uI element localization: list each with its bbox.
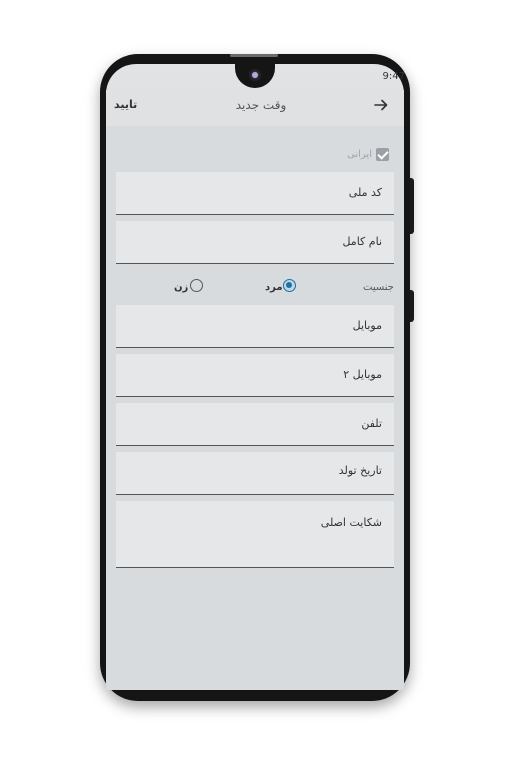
- iranian-checkbox[interactable]: [376, 148, 389, 161]
- national-code-field[interactable]: کد ملی: [116, 172, 394, 215]
- full-name-field[interactable]: نام کامل: [116, 221, 394, 264]
- gender-male-radio[interactable]: [283, 279, 296, 292]
- main-complaint-field[interactable]: شکایت اصلی: [116, 501, 394, 568]
- full-name-label: نام کامل: [342, 235, 382, 248]
- national-code-label: کد ملی: [348, 186, 382, 199]
- gender-female-label: زن: [174, 282, 189, 293]
- iranian-checkbox-row[interactable]: ایرانی: [347, 148, 389, 161]
- phone-field[interactable]: تلفن: [116, 403, 394, 446]
- gender-radio-group: جنسیت مرد زن: [116, 276, 394, 300]
- status-bar-time: 9:47: [382, 71, 405, 82]
- mobile-label: موبایل: [352, 319, 382, 332]
- earpiece-speaker: [230, 54, 278, 57]
- side-button-volume: [410, 178, 414, 234]
- gender-label: جنسیت: [363, 282, 394, 293]
- phone-label: تلفن: [361, 417, 382, 430]
- gender-female-radio[interactable]: [190, 279, 203, 292]
- front-camera-icon: [249, 69, 261, 81]
- page-title: وقت جدید: [235, 98, 287, 112]
- mobile-field[interactable]: موبایل: [116, 305, 394, 348]
- side-button-power: [410, 290, 414, 322]
- birth-date-field[interactable]: تاریخ تولد: [116, 452, 394, 495]
- mobile2-label: موبایل ۲: [343, 368, 382, 381]
- birth-date-label: تاریخ تولد: [338, 464, 382, 477]
- arrow-right-icon[interactable]: [373, 97, 389, 113]
- mobile2-field[interactable]: موبایل ۲: [116, 354, 394, 397]
- gender-male-label: مرد: [265, 282, 283, 293]
- main-complaint-label: شکایت اصلی: [320, 516, 382, 529]
- iranian-checkbox-label: ایرانی: [347, 149, 372, 160]
